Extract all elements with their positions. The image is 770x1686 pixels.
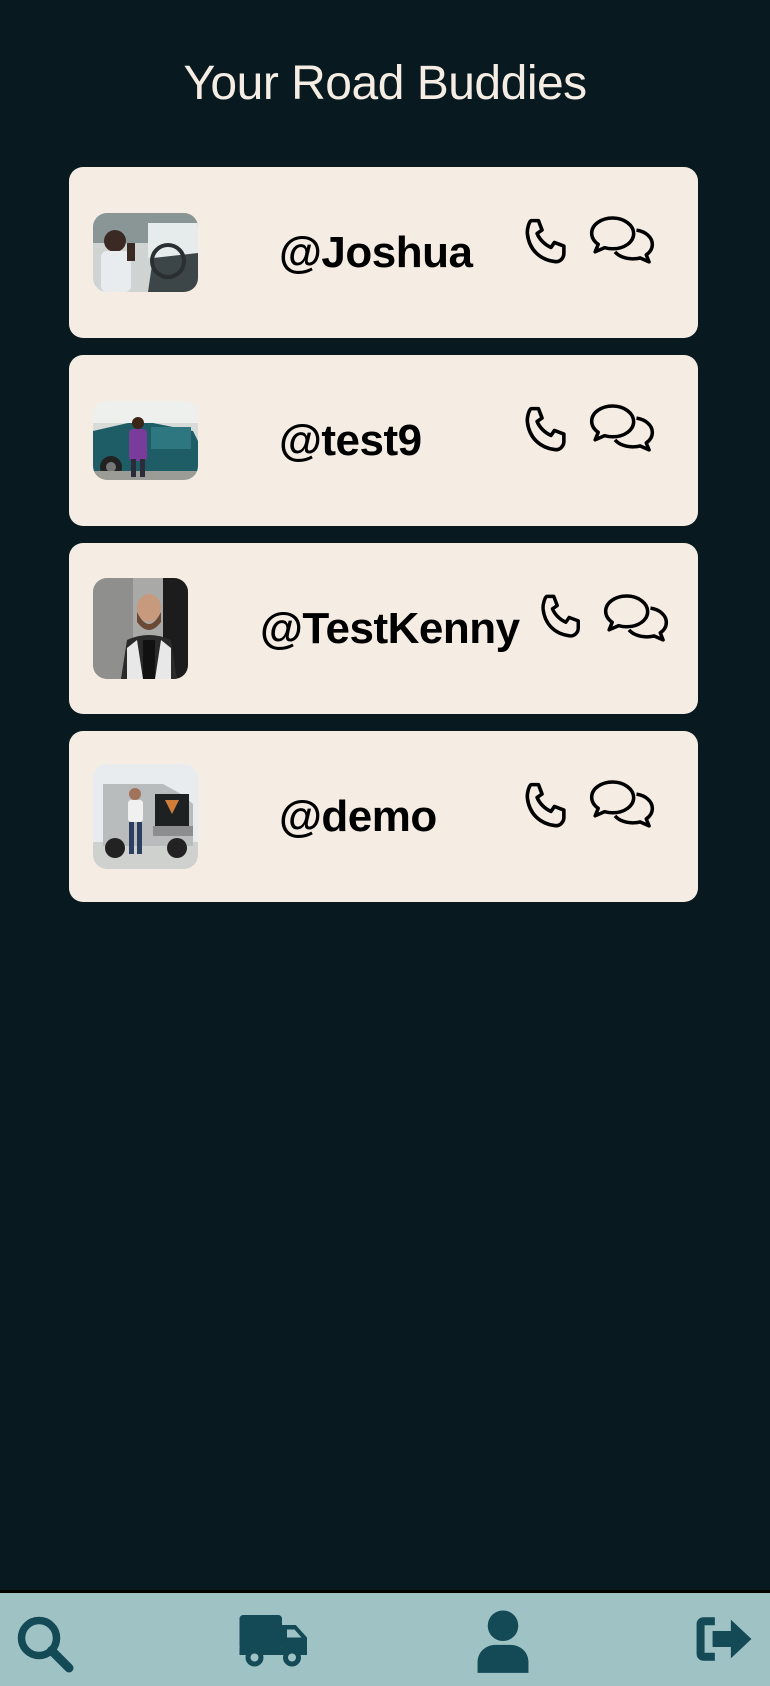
buddy-card[interactable]: @test9 bbox=[69, 355, 698, 526]
logout-icon bbox=[694, 1615, 754, 1663]
chat-bubbles-icon[interactable] bbox=[587, 399, 657, 455]
phone-icon[interactable] bbox=[519, 215, 575, 269]
buddy-card[interactable]: @TestKenny bbox=[69, 543, 698, 714]
search-icon bbox=[14, 1613, 74, 1673]
avatar bbox=[93, 764, 198, 869]
chat-bubbles-icon[interactable] bbox=[587, 211, 657, 267]
buddy-username: @demo bbox=[279, 792, 437, 841]
nav-trucks-button[interactable] bbox=[237, 1609, 312, 1671]
chat-bubbles-icon[interactable] bbox=[601, 589, 671, 645]
phone-icon[interactable] bbox=[519, 403, 575, 457]
nav-search-button[interactable] bbox=[14, 1613, 74, 1673]
avatar bbox=[93, 578, 188, 679]
buddy-username: @test9 bbox=[279, 416, 422, 465]
phone-icon[interactable] bbox=[536, 591, 588, 643]
page-title: Your Road Buddies bbox=[183, 57, 587, 110]
phone-icon[interactable] bbox=[519, 779, 575, 833]
buddy-card[interactable]: @demo bbox=[69, 731, 698, 902]
buddy-list: @Joshua @test9 @TestKenny @demo bbox=[69, 167, 698, 919]
nav-logout-button[interactable] bbox=[694, 1615, 754, 1663]
nav-profile-button[interactable] bbox=[475, 1609, 531, 1673]
user-icon bbox=[475, 1609, 531, 1673]
bottom-nav bbox=[0, 1590, 770, 1686]
buddy-username: @Joshua bbox=[279, 228, 473, 277]
avatar bbox=[93, 401, 198, 480]
buddy-username: @TestKenny bbox=[260, 604, 520, 653]
truck-icon bbox=[237, 1609, 312, 1671]
buddy-card[interactable]: @Joshua bbox=[69, 167, 698, 338]
chat-bubbles-icon[interactable] bbox=[587, 775, 657, 831]
avatar bbox=[93, 213, 198, 292]
